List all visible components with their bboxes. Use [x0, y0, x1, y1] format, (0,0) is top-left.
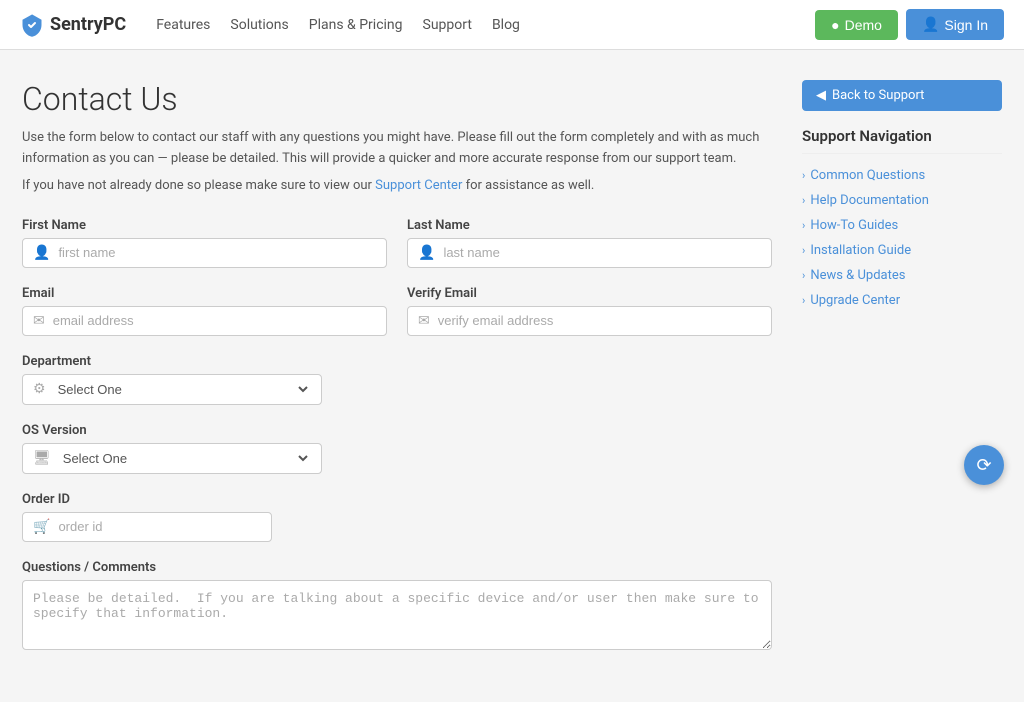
help-documentation-link[interactable]: › Help Documentation [802, 193, 1002, 208]
back-to-support-button[interactable]: ◀ Back to Support [802, 80, 1002, 111]
email-icon-2: ✉ [418, 313, 430, 329]
monitor-icon: 🖥 [33, 450, 51, 466]
list-item: › Common Questions [802, 168, 1002, 183]
how-to-guides-link[interactable]: › How-To Guides [802, 218, 1002, 233]
nav-pricing[interactable]: Plans & Pricing [309, 17, 403, 33]
cart-icon: 🛒 [33, 519, 50, 535]
department-label: Department [22, 354, 772, 369]
nav-solutions[interactable]: Solutions [230, 17, 288, 33]
name-row: First Name 👤 Last Name 👤 [22, 218, 772, 268]
last-name-input[interactable] [443, 245, 761, 260]
sidebar-nav-list: › Common Questions › Help Documentation … [802, 168, 1002, 308]
page-content: Contact Us Use the form below to contact… [2, 50, 1022, 702]
last-name-wrapper: 👤 [407, 238, 772, 268]
email-label: Email [22, 286, 387, 301]
sidebar: ◀ Back to Support Support Navigation › C… [802, 80, 1002, 672]
page-description: Use the form below to contact our staff … [22, 128, 772, 170]
verify-email-label: Verify Email [407, 286, 772, 301]
order-id-group: Order ID 🛒 [22, 492, 772, 542]
department-select[interactable]: Select One Sales Billing Technical Suppo… [54, 381, 311, 398]
demo-button[interactable]: ● Demo [815, 10, 898, 40]
department-select-wrapper: ⚙ Select One Sales Billing Technical Sup… [22, 374, 322, 405]
sentry-logo-icon [20, 13, 44, 37]
gear-icon: ⚙ [33, 381, 46, 397]
list-item: › Upgrade Center [802, 293, 1002, 308]
order-id-input[interactable] [58, 519, 234, 534]
os-version-group: OS Version 🖥 Select One Windows 7 Window… [22, 423, 772, 474]
list-item: › Installation Guide [802, 243, 1002, 258]
news-updates-link[interactable]: › News & Updates [802, 268, 1002, 283]
verify-email-input[interactable] [438, 313, 761, 328]
signin-button[interactable]: 👤 Sign In [906, 9, 1004, 40]
email-row: Email ✉ Verify Email ✉ [22, 286, 772, 336]
first-name-group: First Name 👤 [22, 218, 387, 268]
navbar: SentryPC Features Solutions Plans & Pric… [0, 0, 1024, 50]
floating-help-button[interactable]: ⟳ [964, 445, 1004, 485]
first-name-wrapper: 👤 [22, 238, 387, 268]
installation-guide-link[interactable]: › Installation Guide [802, 243, 1002, 258]
first-name-input[interactable] [58, 245, 376, 260]
verify-email-group: Verify Email ✉ [407, 286, 772, 336]
os-version-select[interactable]: Select One Windows 7 Windows 8 Windows 1… [59, 450, 311, 467]
chevron-right-icon: › [802, 294, 805, 307]
email-icon: ✉ [33, 313, 45, 329]
main-section: Contact Us Use the form below to contact… [22, 80, 772, 672]
chevron-right-icon: › [802, 194, 805, 207]
person-icon-2: 👤 [418, 245, 435, 261]
os-version-label: OS Version [22, 423, 772, 438]
last-name-group: Last Name 👤 [407, 218, 772, 268]
circle-icon: ● [831, 17, 839, 33]
page-note: If you have not already done so please m… [22, 178, 772, 193]
email-group: Email ✉ [22, 286, 387, 336]
nav-support[interactable]: Support [423, 17, 472, 33]
last-name-label: Last Name [407, 218, 772, 233]
order-id-wrapper: 🛒 [22, 512, 272, 542]
common-questions-link[interactable]: › Common Questions [802, 168, 1002, 183]
list-item: › News & Updates [802, 268, 1002, 283]
email-input[interactable] [53, 313, 376, 328]
comments-label: Questions / Comments [22, 560, 772, 575]
chevron-right-icon: › [802, 269, 805, 282]
support-center-link[interactable]: Support Center [375, 178, 462, 193]
nav-blog[interactable]: Blog [492, 17, 520, 33]
support-navigation-title: Support Navigation [802, 127, 1002, 154]
comments-group: Questions / Comments [22, 560, 772, 654]
person-icon: 👤 [33, 245, 50, 261]
department-group: Department ⚙ Select One Sales Billing Te… [22, 354, 772, 405]
chevron-right-icon: › [802, 244, 805, 257]
upgrade-center-link[interactable]: › Upgrade Center [802, 293, 1002, 308]
verify-email-wrapper: ✉ [407, 306, 772, 336]
first-name-label: First Name [22, 218, 387, 233]
user-icon: 👤 [922, 16, 939, 33]
email-wrapper: ✉ [22, 306, 387, 336]
navbar-actions: ● Demo 👤 Sign In [815, 9, 1004, 40]
chevron-right-icon: › [802, 219, 805, 232]
brand-name-text: SentryPC [50, 14, 126, 35]
nav-features[interactable]: Features [156, 17, 210, 33]
order-id-label: Order ID [22, 492, 772, 507]
help-icon: ⟳ [976, 455, 991, 476]
arrow-left-icon: ◀ [816, 88, 826, 103]
brand-logo[interactable]: SentryPC [20, 13, 126, 37]
chevron-right-icon: › [802, 169, 805, 182]
list-item: › How-To Guides [802, 218, 1002, 233]
page-title: Contact Us [22, 80, 772, 118]
list-item: › Help Documentation [802, 193, 1002, 208]
nav-links: Features Solutions Plans & Pricing Suppo… [156, 17, 815, 33]
comments-textarea[interactable] [22, 580, 772, 650]
os-select-wrapper: 🖥 Select One Windows 7 Windows 8 Windows… [22, 443, 322, 474]
